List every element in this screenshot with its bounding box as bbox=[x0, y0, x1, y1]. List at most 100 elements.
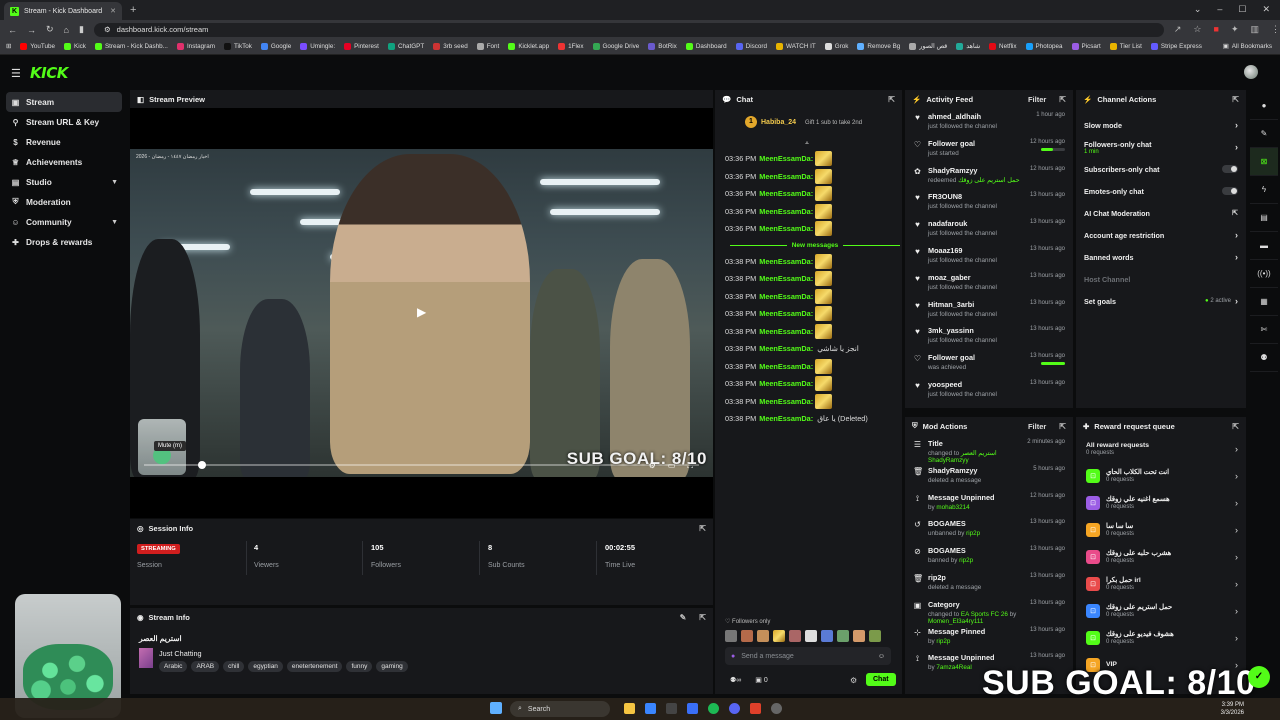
lightning-icon[interactable]: ϟ bbox=[1250, 176, 1278, 204]
chat-message[interactable]: 03:36 PM MeenEssamDa: bbox=[725, 203, 905, 221]
sidebar-icon[interactable]: ▥ bbox=[1250, 24, 1259, 35]
mod-action-item[interactable]: 🗑 rip2p deleted a message 13 hours ago bbox=[905, 569, 1073, 596]
info-icon[interactable]: ● bbox=[1250, 92, 1278, 120]
sidebar-item-studio[interactable]: ▤ Studio ▼ bbox=[0, 172, 128, 192]
message-username[interactable]: MeenEssamDa: bbox=[759, 309, 813, 318]
emote-icon[interactable] bbox=[725, 630, 737, 642]
popout-icon[interactable]: ⇱ bbox=[699, 524, 706, 533]
channel-action-item[interactable]: Set goals ● 2 active › bbox=[1076, 290, 1246, 312]
system-clock[interactable]: 3:39 PM 3/3/2026 bbox=[1221, 701, 1244, 717]
tag-chip[interactable]: enetertenement bbox=[286, 661, 343, 672]
mod-action-item[interactable]: ↺ BOGAMES unbanned by rip2p 13 hours ago bbox=[905, 515, 1073, 542]
bookmark-item[interactable]: Google bbox=[260, 43, 291, 50]
mod-action-item[interactable]: ⊹ Message Pinned by rip2p 13 hours ago bbox=[905, 623, 1073, 650]
mod-action-user[interactable]: rip2p bbox=[959, 557, 973, 564]
popout-icon[interactable]: ⇱ bbox=[888, 95, 895, 104]
channel-action-item[interactable]: Emotes-only chat bbox=[1076, 180, 1246, 202]
minimize-icon[interactable]: – bbox=[1217, 4, 1222, 15]
message-username[interactable]: MeenEssamDa: bbox=[759, 207, 813, 216]
back-icon[interactable]: ← bbox=[8, 25, 17, 35]
reward-item[interactable]: ⊡ انت تحت الكلاب الحاي 0 requests › bbox=[1076, 462, 1246, 489]
sidebar-item-revenue[interactable]: $ Revenue bbox=[0, 132, 128, 152]
bookmark-item[interactable]: Kicklet.app bbox=[508, 43, 549, 50]
home-icon[interactable]: ⌂ bbox=[64, 25, 69, 35]
bookmark-item[interactable]: Kick bbox=[64, 43, 86, 50]
emote-icon[interactable] bbox=[773, 630, 785, 642]
terminal-icon[interactable] bbox=[666, 703, 677, 714]
chat-input[interactable]: ● Send a message ☺ bbox=[725, 647, 891, 665]
chat-message[interactable]: 03:38 PM MeenEssamDa: bbox=[725, 288, 905, 306]
popout-icon[interactable]: ⇱ bbox=[1059, 95, 1066, 104]
reload-icon[interactable]: ↻ bbox=[46, 24, 54, 35]
bookmark-item[interactable]: Stream - Kick Dashb... bbox=[94, 43, 168, 50]
chat-message[interactable]: 03:36 PM MeenEssamDa: bbox=[725, 220, 905, 238]
share-icon[interactable]: ↗ bbox=[1174, 24, 1182, 35]
layout-icon[interactable]: ▦ bbox=[1250, 288, 1278, 316]
bookmark-item[interactable]: Google Drive bbox=[592, 43, 639, 50]
mod-action-user[interactable]: ShadyRamzyy bbox=[928, 457, 969, 464]
all-bookmarks[interactable]: ▣ All Bookmarks bbox=[1223, 43, 1280, 50]
close-tab-icon[interactable]: ✕ bbox=[110, 7, 116, 15]
chat-message[interactable]: 03:36 PM MeenEssamDa: bbox=[725, 168, 905, 186]
play-icon[interactable]: ▶ bbox=[417, 305, 426, 319]
filter-button[interactable]: Filter bbox=[1028, 95, 1046, 104]
spotify-icon[interactable] bbox=[708, 703, 719, 714]
sidebar-item-stream-url-key[interactable]: ⚲ Stream URL & Key bbox=[0, 112, 128, 132]
activity-item[interactable]: ♡ Follower goal just started 12 hours ago bbox=[905, 135, 1073, 162]
popout-icon[interactable]: ⇱ bbox=[1232, 422, 1239, 431]
emote-icon[interactable] bbox=[821, 630, 833, 642]
chat-message[interactable]: 03:38 PM MeenEssamDa: يا عاق (Deleted) bbox=[725, 410, 905, 428]
activity-item[interactable]: ♥ Hitman_3arbi just followed the channel 13… bbox=[905, 296, 1073, 323]
discord-icon[interactable] bbox=[729, 703, 740, 714]
bookmark-item[interactable]: Discord bbox=[735, 43, 767, 50]
chat-message[interactable]: 03:38 PM MeenEssamDa: bbox=[725, 323, 905, 341]
maximize-icon[interactable]: ☐ bbox=[1238, 4, 1246, 15]
activity-item[interactable]: ♥ ahmed_aldhaih just followed the channel 1… bbox=[905, 108, 1073, 135]
windows-start-icon[interactable] bbox=[490, 702, 502, 714]
browser-tab[interactable]: K Stream - Kick Dashboard ✕ bbox=[4, 2, 122, 20]
mod-action-item[interactable]: 🗑 ShadyRamzyy deleted a message 5 hours ago bbox=[905, 462, 1073, 489]
mod-action-user[interactable]: rip2p bbox=[966, 530, 980, 537]
new-tab-icon[interactable]: + bbox=[130, 4, 136, 16]
bookmark-item[interactable]: Picsart bbox=[1071, 43, 1101, 50]
chat-message[interactable]: 03:38 PM MeenEssamDa: bbox=[725, 305, 905, 323]
category-name[interactable]: Just Chatting bbox=[159, 649, 202, 658]
activity-item[interactable]: ✿ ShadyRamzyy redeemed حمل استريم على زوقك… bbox=[905, 162, 1073, 189]
emote-icon[interactable] bbox=[869, 630, 881, 642]
users-icon[interactable]: ⚉ bbox=[1250, 344, 1278, 372]
mod-action-item[interactable]: ☰ Title changed to استريم العصر ShadyRamzy… bbox=[905, 435, 1073, 464]
activity-item[interactable]: ♥ Moaaz169 just followed the channel 13 hou… bbox=[905, 242, 1073, 269]
sidebar-item-achievements[interactable]: ♕ Achievements bbox=[0, 152, 128, 172]
sidebar-item-moderation[interactable]: ⛨ Moderation bbox=[0, 192, 128, 212]
mod-action-user[interactable]: mohab3214 bbox=[936, 504, 969, 511]
gift-sub-text[interactable]: Gift 1 sub to take 2nd bbox=[805, 120, 862, 126]
chevron-up-icon[interactable]: ⩡ bbox=[805, 140, 809, 148]
message-username[interactable]: MeenEssamDa: bbox=[759, 224, 813, 233]
sidebar-item-drops-rewards[interactable]: ✚ Drops & rewards bbox=[0, 232, 128, 252]
extension-icon[interactable]: ■ bbox=[1214, 24, 1219, 35]
reward-item[interactable]: All reward requests 0 requests › bbox=[1076, 435, 1246, 462]
activity-item[interactable]: ♥ moaz_gaber just followed the channel 13 h… bbox=[905, 269, 1073, 296]
bookmark-item[interactable]: ChatGPT bbox=[387, 43, 424, 50]
emote-icon[interactable] bbox=[757, 630, 769, 642]
bookmark-item[interactable]: Tier List bbox=[1109, 43, 1142, 50]
file-explorer-icon[interactable] bbox=[624, 703, 635, 714]
channel-action-item[interactable]: Slow mode › bbox=[1076, 114, 1246, 136]
chat-message[interactable]: 03:38 PM MeenEssamDa: bbox=[725, 358, 905, 376]
reward-item[interactable]: ⊡ هشوف فيديو على زوقك 0 requests › bbox=[1076, 624, 1246, 651]
popout-icon[interactable]: ⇱ bbox=[1232, 95, 1239, 104]
activity-item[interactable]: ♥ nadafarouk just followed the channel 13 h… bbox=[905, 215, 1073, 242]
star-icon[interactable]: ☆ bbox=[1193, 24, 1201, 35]
theater-icon[interactable]: ▭ bbox=[668, 461, 676, 471]
channel-action-item[interactable]: Account age restriction › bbox=[1076, 224, 1246, 246]
chat-message[interactable]: 03:38 PM MeenEssamDa: bbox=[725, 270, 905, 288]
message-username[interactable]: MeenEssamDa: bbox=[759, 379, 813, 388]
mod-action-item[interactable]: ⟟ Message Unpinned by mohab3214 12 hours ag… bbox=[905, 489, 1073, 516]
bookmark-item[interactable]: Instagram bbox=[176, 43, 215, 50]
message-username[interactable]: MeenEssamDa: bbox=[759, 344, 813, 353]
activity-item[interactable]: ♡ Follower goal was achieved 13 hours ago bbox=[905, 349, 1073, 376]
video-player[interactable]: 2026 - اخبار رمضان ١٤٤٧ - رمضان ▶ Mute (… bbox=[130, 149, 713, 477]
close-window-icon[interactable]: ✕ bbox=[1262, 4, 1270, 15]
points-icon[interactable]: ▣ 0 bbox=[755, 676, 767, 684]
bookmark-item[interactable]: Remove Bg bbox=[857, 43, 900, 50]
